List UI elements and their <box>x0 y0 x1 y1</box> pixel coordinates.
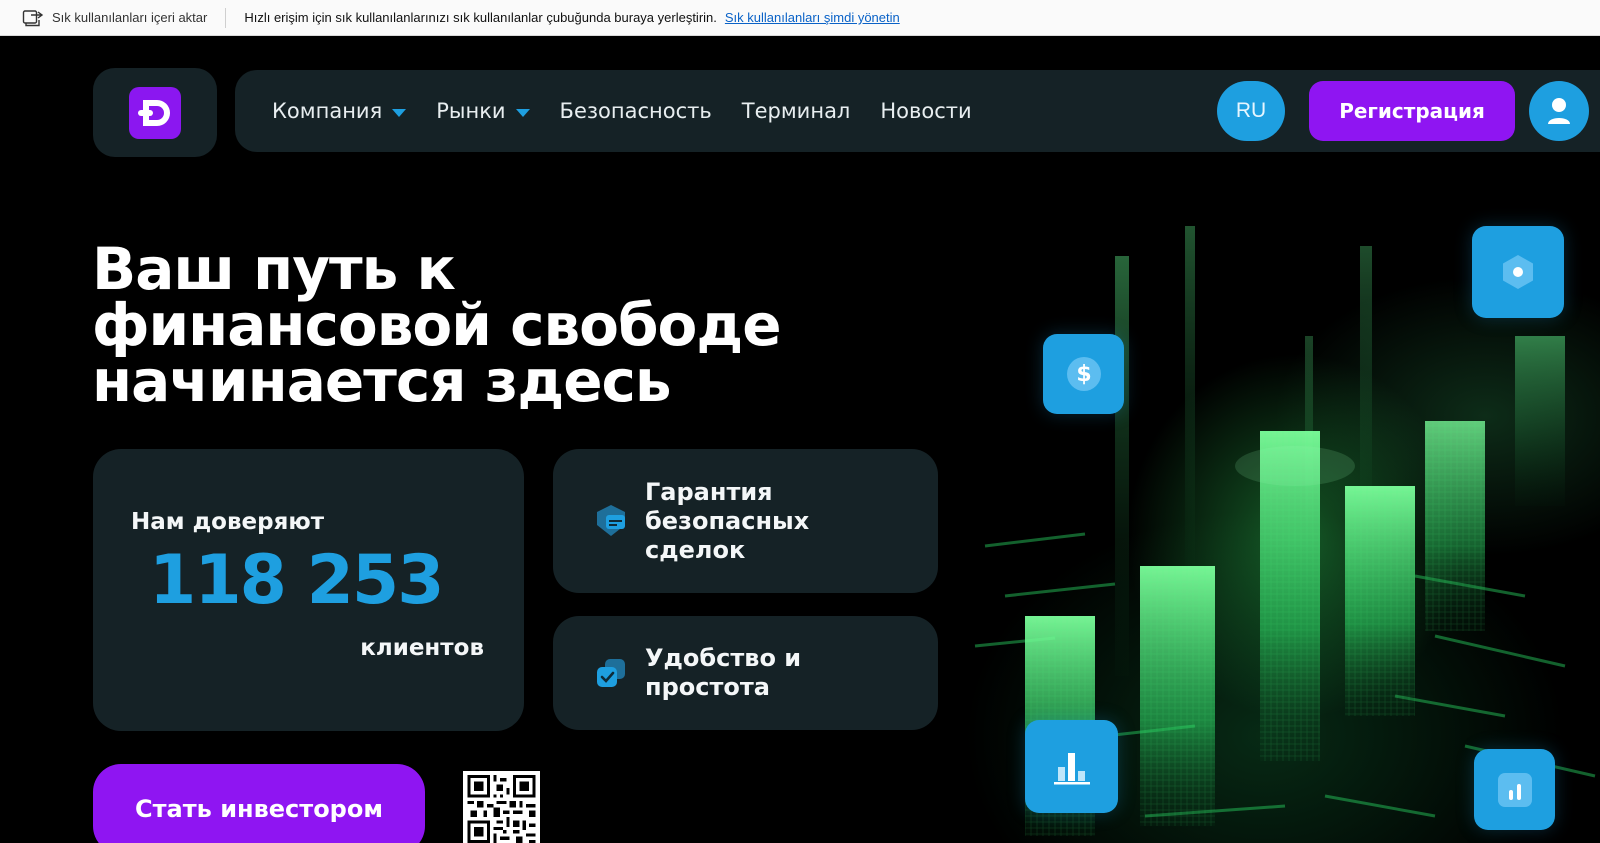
feature-card-guarantee: Гарантия безопасных сделок <box>553 449 938 593</box>
register-button[interactable]: Регистрация <box>1309 81 1515 141</box>
feature-text-line: Гарантия <box>645 477 773 506</box>
site-logo[interactable] <box>93 68 217 157</box>
feature-text-line: безопасных <box>645 506 810 535</box>
dollar-icon: $ <box>1066 357 1101 391</box>
favorites-divider <box>225 7 227 28</box>
feature-text-line: сделок <box>645 535 746 564</box>
account-button[interactable] <box>1529 81 1589 141</box>
nav-item-label: Новости <box>880 99 972 123</box>
headline-line: начинается здесь <box>92 347 672 415</box>
hexagon-tile <box>1472 226 1564 318</box>
nav-item-security[interactable]: Безопасность <box>560 99 712 123</box>
clients-counter-card: Нам доверяют 118 253 клиентов <box>93 449 524 731</box>
hero-headline: Ваш путь к финансовой свободе начинается… <box>92 235 972 415</box>
feature-text: Гарантия безопасных сделок <box>645 478 809 565</box>
nav-item-label: Терминал <box>741 99 851 123</box>
logo-icon <box>129 86 181 139</box>
headline-line: финансовой свободе <box>92 291 782 359</box>
analytics-icon <box>1497 772 1532 807</box>
user-icon <box>1548 98 1570 124</box>
nav-item-label: Компания <box>272 99 383 123</box>
analytics-tile <box>1474 749 1555 830</box>
qr-code-icon <box>467 775 536 843</box>
import-favorites-icon <box>22 9 44 26</box>
bar-chart-icon <box>1053 752 1090 784</box>
dollar-tile: $ <box>1043 334 1124 414</box>
svg-text:$: $ <box>1076 362 1091 387</box>
feature-text-line: простота <box>645 673 770 701</box>
chevron-down-icon <box>515 108 530 117</box>
shield-card-icon <box>597 505 625 536</box>
import-favorites-label: Sık kullanılanları içeri aktar <box>52 10 208 25</box>
nav-item-company[interactable]: Компания <box>272 99 407 123</box>
headline-line: Ваш путь к <box>92 235 456 303</box>
manage-favorites-link[interactable]: Sık kullanılanları şimdi yönetin <box>725 10 900 25</box>
language-switcher[interactable]: RU <box>1217 81 1285 141</box>
import-favorites-button[interactable]: Sık kullanılanları içeri aktar <box>0 9 207 27</box>
bar-chart-tile <box>1025 720 1118 813</box>
feature-card-ease: Удобство и простота <box>553 616 938 730</box>
nav-item-label: Безопасность <box>559 99 712 123</box>
checkbox-stack-icon <box>597 659 625 687</box>
client-count-suffix: клиентов <box>360 635 484 661</box>
nav-item-news[interactable]: Новости <box>880 99 971 123</box>
become-investor-button[interactable]: Стать инвестором <box>93 764 425 843</box>
feature-text: Удобство и простота <box>645 644 801 702</box>
nav-item-markets[interactable]: Рынки <box>436 99 530 123</box>
chevron-down-icon <box>392 108 407 117</box>
nav-item-terminal[interactable]: Терминал <box>742 99 851 123</box>
favorites-hint: Hızlı erişim için sık kullanılanlarınızı… <box>244 10 717 25</box>
nav-item-label: Рынки <box>436 99 506 123</box>
client-count: 118 253 <box>149 541 445 620</box>
feature-text-line: Удобство и <box>645 644 802 672</box>
trust-label: Нам доверяют <box>131 509 325 535</box>
hexagon-icon <box>1503 255 1533 289</box>
favorites-bar: Sık kullanılanları içeri aktar Hızlı eri… <box>0 0 1600 36</box>
hero-stage: Компания Рынки Безопасность Терминал Нов… <box>0 36 1600 843</box>
qr-code[interactable] <box>463 771 540 843</box>
